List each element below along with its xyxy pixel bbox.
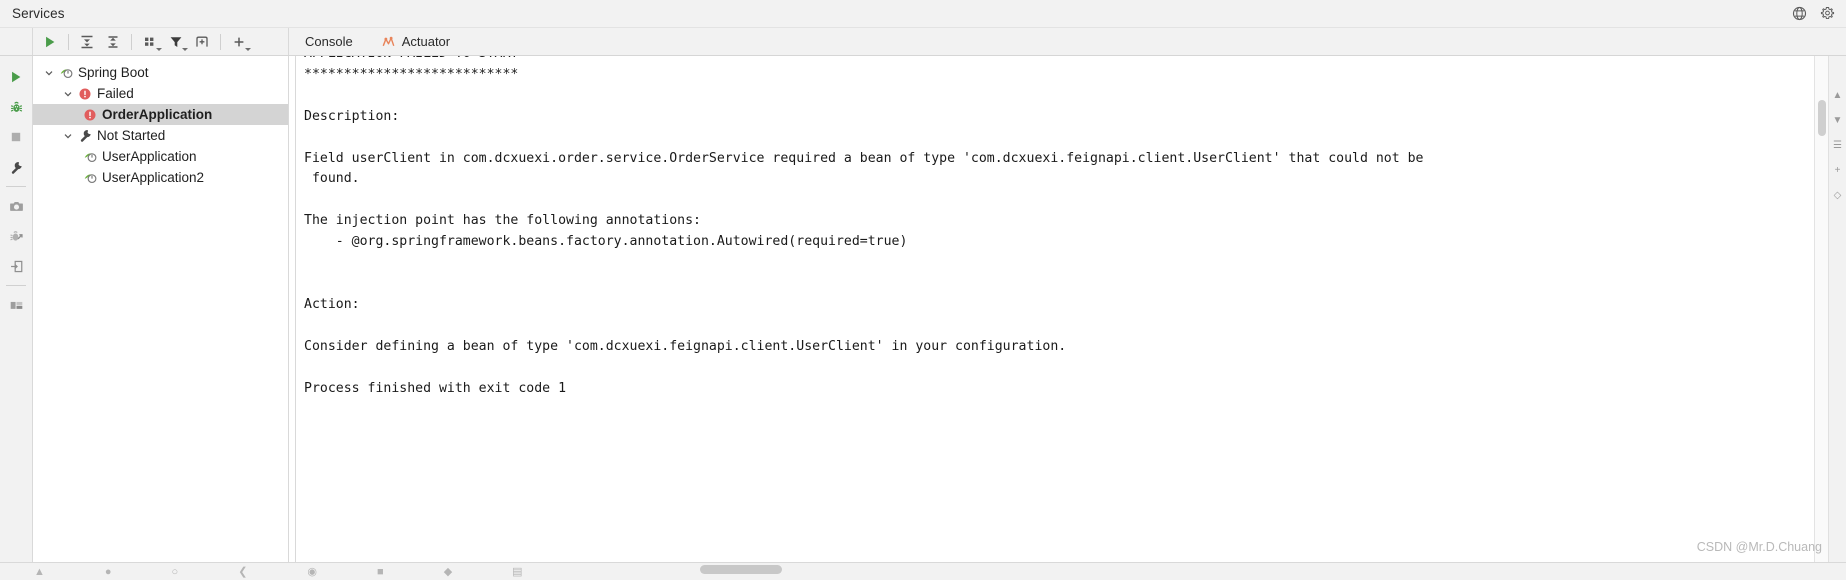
help-circle-icon[interactable] [1788, 3, 1810, 25]
marker-lines-icon[interactable]: ☰ [1833, 140, 1842, 151]
run-button[interactable] [37, 30, 63, 54]
actuator-icon [381, 34, 396, 49]
console-gutter [289, 56, 296, 562]
gear-icon[interactable] [1816, 3, 1838, 25]
layout-icon[interactable] [3, 290, 29, 320]
bottom-icon-1[interactable]: ▲ [34, 566, 45, 578]
console-panel: APPLICATION FAILED TO START ************… [289, 56, 1846, 562]
bottom-status-bar: ▲ ● ○ ❮ ◉ ■ ◆ ▤ [0, 562, 1846, 580]
toolbar-left-pad [0, 28, 33, 55]
title-bar: Services [0, 0, 1846, 28]
chevron-down-icon[interactable] [41, 68, 57, 78]
toolbar-separator-2 [131, 33, 132, 50]
wrench-icon[interactable] [3, 152, 29, 182]
tab-console[interactable]: Console [305, 29, 367, 55]
group-by-dropdown-arrow [156, 47, 162, 51]
main-body: Spring Boot Failed OrderApplication Not … [0, 56, 1846, 562]
tree-toolbar [33, 28, 289, 55]
add-service-button[interactable] [226, 30, 252, 54]
tab-actuator[interactable]: Actuator [381, 29, 464, 55]
stop-icon[interactable] [3, 122, 29, 152]
bottom-icon-4[interactable]: ❮ [238, 565, 247, 578]
error-icon [81, 108, 99, 122]
spring-boot-icon [81, 170, 99, 185]
tree-node-label: Not Started [97, 128, 166, 143]
tree-node-spring-boot[interactable]: Spring Boot [33, 62, 288, 83]
scrollbar-thumb[interactable] [1818, 100, 1826, 136]
tree-node-label: UserApplication [102, 149, 197, 164]
console-horizontal-scrollbar[interactable] [290, 565, 1814, 574]
debug-icon[interactable] [3, 92, 29, 122]
toolbar-separator-3 [220, 33, 221, 50]
marker-arrow-up-icon[interactable]: ▲ [1833, 90, 1843, 101]
tree-node-label: Failed [97, 86, 134, 101]
toolbar-row: Console Actuator [0, 28, 1846, 56]
console-exit-line: Process finished with exit code 1 [304, 380, 567, 396]
marker-plus-icon[interactable]: + [1835, 165, 1841, 176]
open-in-new-tab-button[interactable] [189, 30, 215, 54]
thread-dump-icon[interactable] [3, 221, 29, 251]
tree-node-not-started[interactable]: Not Started [33, 125, 288, 146]
services-tree: Spring Boot Failed OrderApplication Not … [33, 56, 289, 562]
marker-pin-icon[interactable]: ◇ [1834, 190, 1842, 201]
spring-boot-icon [81, 149, 99, 164]
tree-node-failed[interactable]: Failed [33, 83, 288, 104]
side-toolbar-separator-2 [6, 285, 26, 286]
chevron-down-icon[interactable] [60, 89, 76, 99]
console-clipped-top-line: APPLICATION FAILED TO START [304, 56, 1814, 65]
bottom-icon-2[interactable]: ● [105, 566, 112, 578]
tree-node-userapplication2[interactable]: UserApplication2 [33, 167, 288, 188]
console-marker-strip: ▲ ▼ ☰ + ◇ [1828, 56, 1846, 562]
tree-node-userapplication[interactable]: UserApplication [33, 146, 288, 167]
filter-dropdown-arrow [182, 47, 188, 51]
add-dropdown-arrow [245, 47, 251, 51]
console-text: *************************** Description:… [304, 66, 1424, 354]
tree-node-orderapplication[interactable]: OrderApplication [33, 104, 288, 125]
attach-icon[interactable] [3, 251, 29, 281]
error-icon [76, 87, 94, 101]
page-title: Services [12, 6, 65, 21]
side-toolbar-separator-1 [6, 186, 26, 187]
bottom-icon-3[interactable]: ○ [172, 566, 179, 578]
tree-node-label: OrderApplication [102, 107, 213, 122]
console-vertical-scrollbar[interactable] [1814, 56, 1828, 562]
run-side-toolbar [0, 56, 33, 562]
tree-node-label: UserApplication2 [102, 170, 205, 185]
collapse-all-button[interactable] [100, 30, 126, 54]
chevron-down-icon[interactable] [60, 131, 76, 141]
console-output[interactable]: APPLICATION FAILED TO START ************… [296, 56, 1814, 562]
console-tab-bar: Console Actuator [289, 28, 1846, 55]
marker-arrow-down-icon[interactable]: ▼ [1833, 115, 1843, 126]
tree-node-label: Spring Boot [78, 65, 149, 80]
tab-actuator-label: Actuator [401, 34, 451, 49]
wrench-icon [76, 128, 94, 143]
horizontal-scrollbar-thumb[interactable] [700, 565, 782, 574]
camera-icon[interactable] [3, 191, 29, 221]
filter-button[interactable] [163, 30, 189, 54]
services-tool-window: Services Console Actuator Spring Boot Fa… [0, 0, 1846, 580]
spring-boot-icon [57, 65, 75, 80]
toolbar-separator-1 [68, 33, 69, 50]
rerun-icon[interactable] [3, 62, 29, 92]
group-by-button[interactable] [137, 30, 163, 54]
expand-all-button[interactable] [74, 30, 100, 54]
tab-console-label: Console [305, 34, 353, 49]
